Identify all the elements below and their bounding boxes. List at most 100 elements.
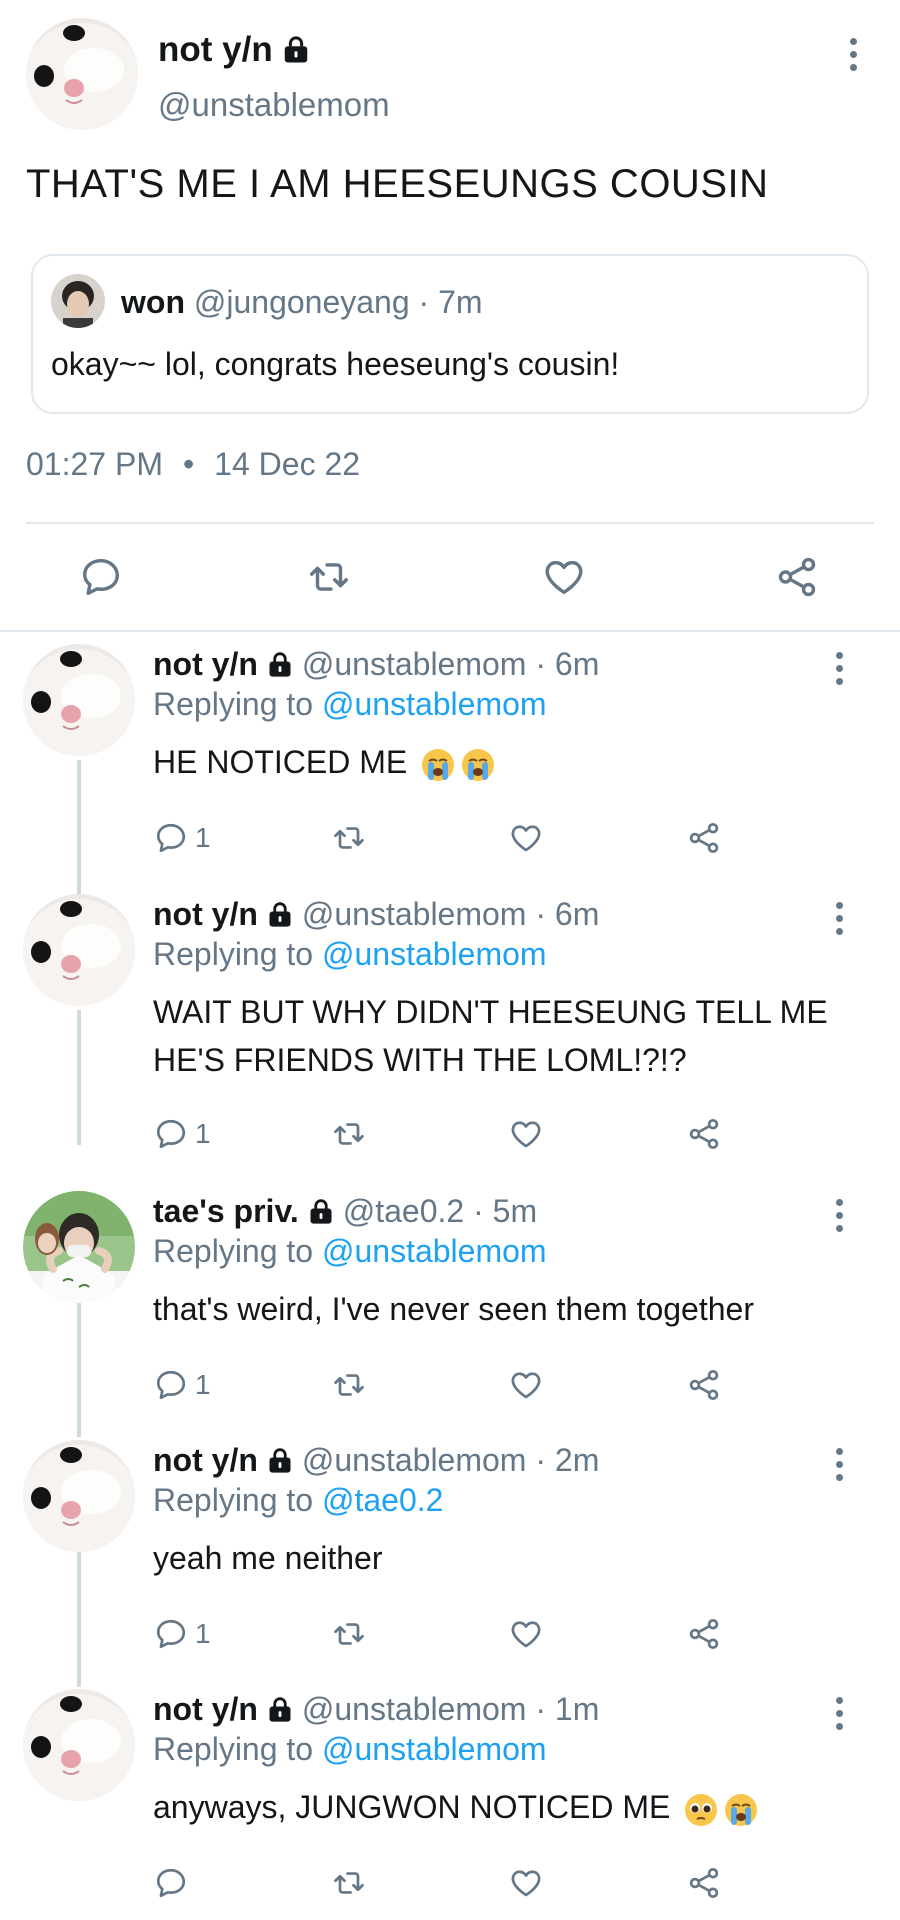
reply-button[interactable]: 1 (153, 1612, 211, 1656)
replying-to-label: Replying to (153, 1731, 314, 1767)
comment-icon (153, 820, 189, 856)
replying-to-label: Replying to (153, 1482, 314, 1518)
retweet-button[interactable] (331, 1612, 367, 1656)
reply-tweet[interactable]: not y/n @unstablemom · 6m Replying to @u… (0, 630, 900, 879)
author-name[interactable]: not y/n (153, 896, 258, 933)
like-button[interactable] (508, 1112, 544, 1156)
reply-tweet[interactable]: not y/n @unstablemom · 1m Replying to @u… (0, 1675, 900, 1920)
more-vertical-icon[interactable] (824, 1195, 854, 1235)
author-name[interactable]: not y/n (153, 646, 258, 683)
author-handle-time: @unstablemom · 6m (301, 646, 600, 682)
share-icon (686, 1616, 722, 1652)
replying-to: Replying to @unstablemom (153, 1233, 547, 1270)
replying-to-mention[interactable]: @unstablemom (322, 1731, 547, 1767)
replying-to-label: Replying to (153, 936, 314, 972)
reply-text: yeah me neither (153, 1540, 383, 1576)
reply-header: not y/n @unstablemom · 6m (153, 646, 599, 683)
replying-to-label: Replying to (153, 1233, 314, 1269)
comment-icon[interactable] (78, 554, 124, 600)
reply-count: 1 (195, 1369, 211, 1400)
reply-button[interactable]: 1 (153, 1363, 211, 1407)
lock-icon (266, 1447, 294, 1475)
avatar[interactable] (23, 1191, 135, 1303)
reply-header: not y/n @unstablemom · 6m (153, 896, 599, 933)
reply-tweet[interactable]: not y/n @unstablemom · 6m Replying to @u… (0, 880, 900, 1172)
reply-button[interactable]: 1 (153, 816, 211, 860)
share-button[interactable] (686, 1612, 722, 1656)
reply-tweet[interactable]: not y/n @unstablemom · 2m Replying to @t… (0, 1426, 900, 1675)
like-button[interactable] (508, 1612, 544, 1656)
replying-to-mention[interactable]: @unstablemom (322, 936, 547, 972)
avatar[interactable] (23, 1440, 135, 1552)
author-handle-time: @unstablemom · 1m (301, 1691, 600, 1727)
quoted-author-handle-time: @jungoneyang · 7m (193, 284, 483, 320)
comment-icon (153, 1367, 189, 1403)
replying-to: Replying to @unstablemom (153, 1731, 547, 1768)
retweet-icon[interactable] (306, 554, 352, 600)
author-name[interactable]: not y/n (153, 1691, 258, 1728)
share-button[interactable] (686, 1363, 722, 1407)
author-name[interactable]: not y/n (158, 30, 311, 70)
reply-tweet[interactable]: tae's priv. @tae0.2 · 5m Replying to @un… (0, 1177, 900, 1426)
retweet-button[interactable] (331, 1861, 367, 1905)
pleading-face-emoji (683, 1792, 719, 1828)
share-button[interactable] (686, 1861, 722, 1905)
divider (26, 522, 874, 524)
author-name[interactable]: not y/n (153, 1442, 258, 1479)
tweet-date: 14 Dec 22 (214, 446, 361, 482)
reply-actions (0, 1861, 900, 1911)
reply-text: WAIT BUT WHY DIDN'T HEESEUNG TELL ME HE'… (153, 994, 828, 1078)
replying-to-mention[interactable]: @tae0.2 (322, 1482, 443, 1518)
crying-face-emoji (420, 747, 456, 783)
retweet-button[interactable] (331, 1363, 367, 1407)
heart-icon (508, 1865, 544, 1901)
share-icon[interactable] (774, 554, 820, 600)
avatar[interactable] (23, 644, 135, 756)
reply-header: tae's priv. @tae0.2 · 5m (153, 1193, 537, 1230)
retweet-icon (331, 1865, 367, 1901)
crying-face-emoji (460, 747, 496, 783)
timestamp-separator: • (182, 446, 195, 482)
quoted-tweet-text: okay~~ lol, congrats heeseung's cousin! (51, 346, 620, 382)
reply-header: not y/n @unstablemom · 1m (153, 1691, 599, 1728)
comment-icon (153, 1616, 189, 1652)
retweet-button[interactable] (331, 816, 367, 860)
share-button[interactable] (686, 1112, 722, 1156)
reply-text: anyways, JUNGWON NOTICED ME (153, 1783, 853, 1831)
replying-to-mention[interactable]: @unstablemom (322, 1233, 547, 1269)
retweet-icon (331, 1367, 367, 1403)
reply-count: 1 (195, 1618, 211, 1649)
tweet-time: 01:27 PM (26, 446, 163, 482)
author-handle[interactable]: @unstablemom (158, 86, 390, 124)
quoted-author-name: won (121, 284, 185, 320)
reply-button[interactable]: 1 (153, 1112, 211, 1156)
heart-icon[interactable] (541, 554, 587, 600)
reply-header: not y/n @unstablemom · 2m (153, 1442, 599, 1479)
retweet-icon (331, 1116, 367, 1152)
heart-icon (508, 1367, 544, 1403)
more-vertical-icon[interactable] (824, 1444, 854, 1484)
share-icon (686, 1116, 722, 1152)
like-button[interactable] (508, 1861, 544, 1905)
replying-to-mention[interactable]: @unstablemom (322, 686, 547, 722)
quoted-tweet[interactable]: won @jungoneyang · 7m okay~~ lol, congra… (31, 254, 869, 414)
reply-button[interactable] (153, 1861, 195, 1905)
like-button[interactable] (508, 816, 544, 860)
more-vertical-icon[interactable] (824, 1693, 854, 1733)
more-vertical-icon[interactable] (824, 648, 854, 688)
more-vertical-icon[interactable] (838, 34, 868, 74)
heart-icon (508, 1616, 544, 1652)
share-button[interactable] (686, 816, 722, 860)
tweet-timestamp: 01:27 PM • 14 Dec 22 (26, 446, 360, 483)
like-button[interactable] (508, 1363, 544, 1407)
more-vertical-icon[interactable] (824, 898, 854, 938)
retweet-button[interactable] (331, 1112, 367, 1156)
avatar[interactable] (23, 894, 135, 1006)
author-name[interactable]: tae's priv. (153, 1193, 299, 1230)
replying-to: Replying to @unstablemom (153, 686, 547, 723)
comment-icon (153, 1865, 189, 1901)
reply-text-content: anyways, JUNGWON NOTICED ME (153, 1789, 671, 1825)
avatar[interactable] (23, 1689, 135, 1801)
avatar[interactable] (26, 18, 138, 130)
tweet-actions (0, 540, 900, 610)
